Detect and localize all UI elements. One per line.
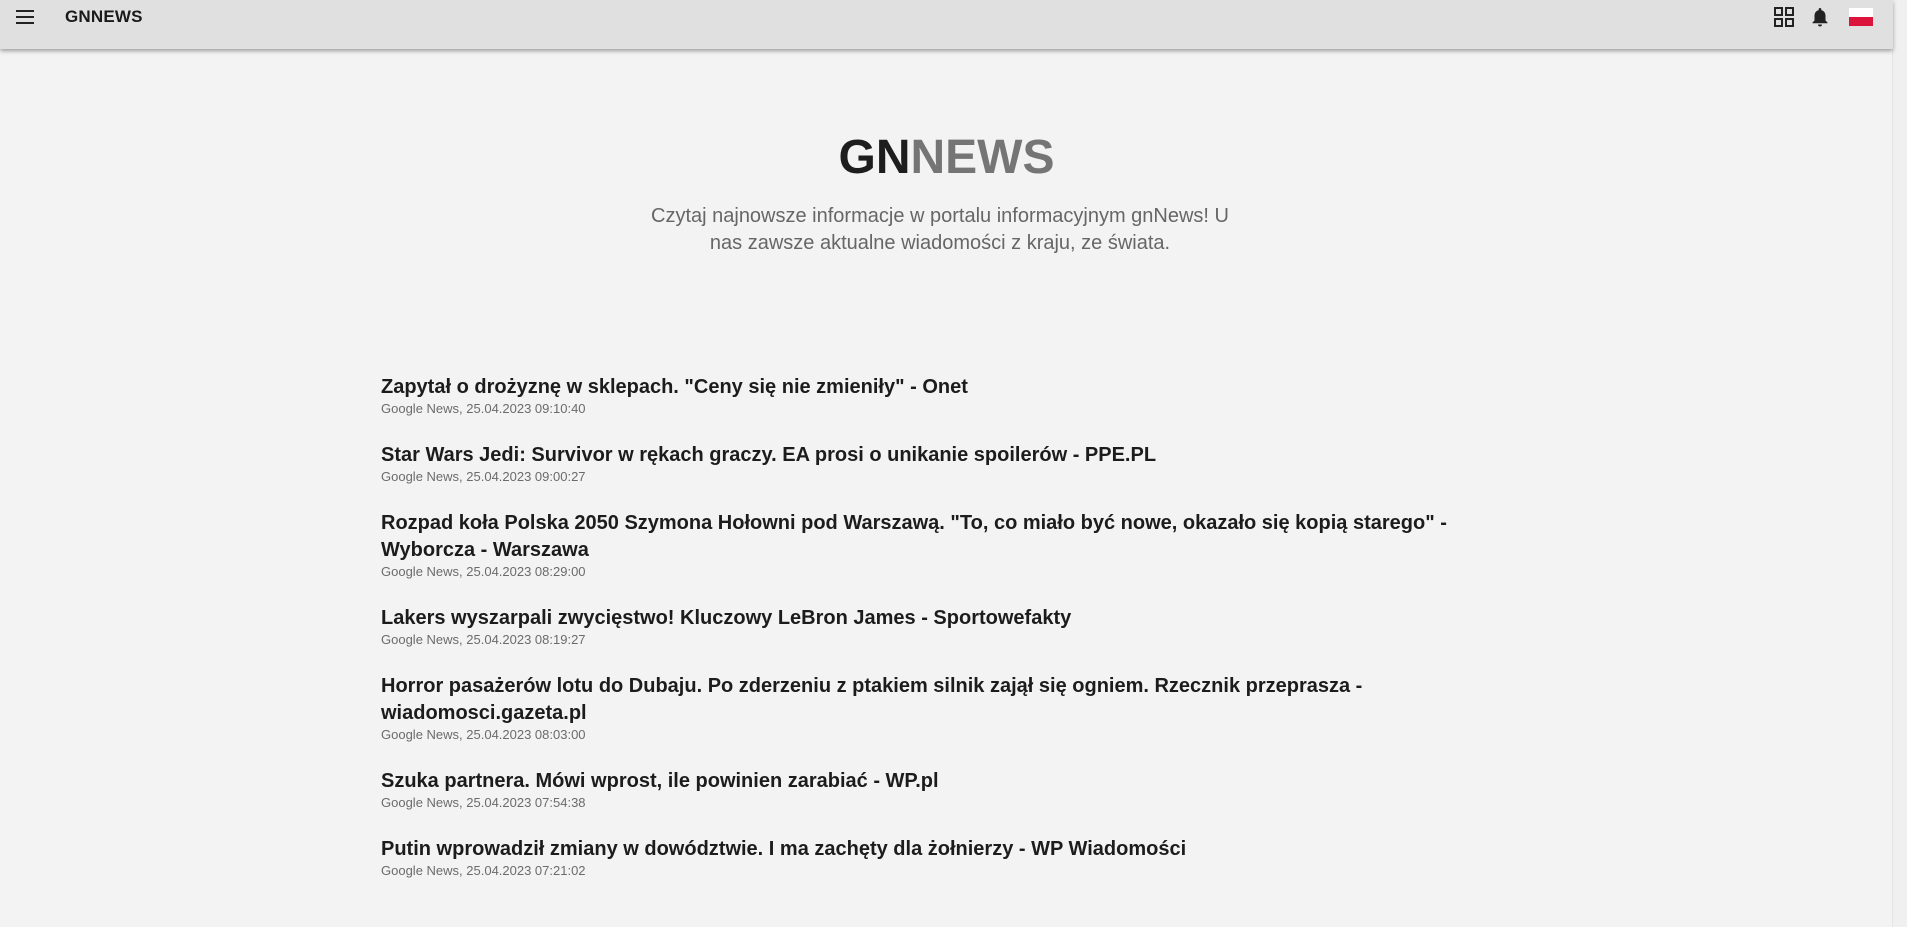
hero-title: GNNEWS bbox=[0, 130, 1893, 186]
news-meta: Google News, 25.04.2023 08:19:27 bbox=[381, 632, 586, 647]
news-meta: Google News, 25.04.2023 09:10:40 bbox=[381, 401, 586, 416]
news-title-link[interactable]: Zapytał o drożyznę w sklepach. "Ceny się… bbox=[381, 374, 1461, 401]
news-item: Zapytał o drożyznę w sklepach. "Ceny się… bbox=[381, 374, 1461, 417]
news-title-link[interactable]: Rozpad koła Polska 2050 Szymona Hołowni … bbox=[381, 510, 1461, 564]
top-app-bar: GNNEWS bbox=[0, 0, 1893, 49]
news-title-link[interactable]: Horror pasażerów lotu do Dubaju. Po zder… bbox=[381, 673, 1461, 727]
news-item: Szuka partnera. Mówi wprost, ile powinie… bbox=[381, 768, 1461, 811]
news-meta: Google News, 25.04.2023 07:54:38 bbox=[381, 795, 586, 810]
news-item: Lakers wyszarpali zwycięstwo! Kluczowy L… bbox=[381, 605, 1461, 648]
news-meta: Google News, 25.04.2023 07:21:02 bbox=[381, 863, 586, 878]
news-title-link[interactable]: Lakers wyszarpali zwycięstwo! Kluczowy L… bbox=[381, 605, 1461, 632]
news-title-link[interactable]: Star Wars Jedi: Survivor w rękach graczy… bbox=[381, 442, 1461, 469]
grid-apps-icon[interactable] bbox=[1773, 6, 1795, 28]
news-title-link[interactable]: Szuka partnera. Mówi wprost, ile powinie… bbox=[381, 768, 1461, 795]
news-meta: Google News, 25.04.2023 08:03:00 bbox=[381, 727, 586, 742]
hero-subtitle: Czytaj najnowsze informacje w portalu in… bbox=[651, 205, 1229, 254]
news-item: Rozpad koła Polska 2050 Szymona Hołowni … bbox=[381, 510, 1461, 580]
bell-icon[interactable] bbox=[1809, 6, 1831, 28]
news-meta: Google News, 25.04.2023 09:00:27 bbox=[381, 469, 586, 484]
hero-title-gn: GN bbox=[838, 131, 911, 184]
hero-title-news: NEWS bbox=[910, 131, 1055, 184]
news-title-link[interactable]: Putin wprowadził zmiany w dowództwie. I … bbox=[381, 836, 1461, 863]
news-meta: Google News, 25.04.2023 08:29:00 bbox=[381, 564, 586, 579]
news-list: Zapytał o drożyznę w sklepach. "Ceny się… bbox=[381, 374, 1461, 904]
news-item: Horror pasażerów lotu do Dubaju. Po zder… bbox=[381, 673, 1461, 743]
news-item: Putin wprowadził zmiany w dowództwie. I … bbox=[381, 836, 1461, 879]
brand-logo[interactable]: GNNEWS bbox=[65, 7, 143, 27]
scrollbar[interactable] bbox=[1892, 0, 1907, 927]
poland-flag-icon[interactable] bbox=[1849, 8, 1873, 26]
news-item: Star Wars Jedi: Survivor w rękach graczy… bbox=[381, 442, 1461, 485]
hamburger-menu-icon[interactable] bbox=[13, 8, 37, 26]
